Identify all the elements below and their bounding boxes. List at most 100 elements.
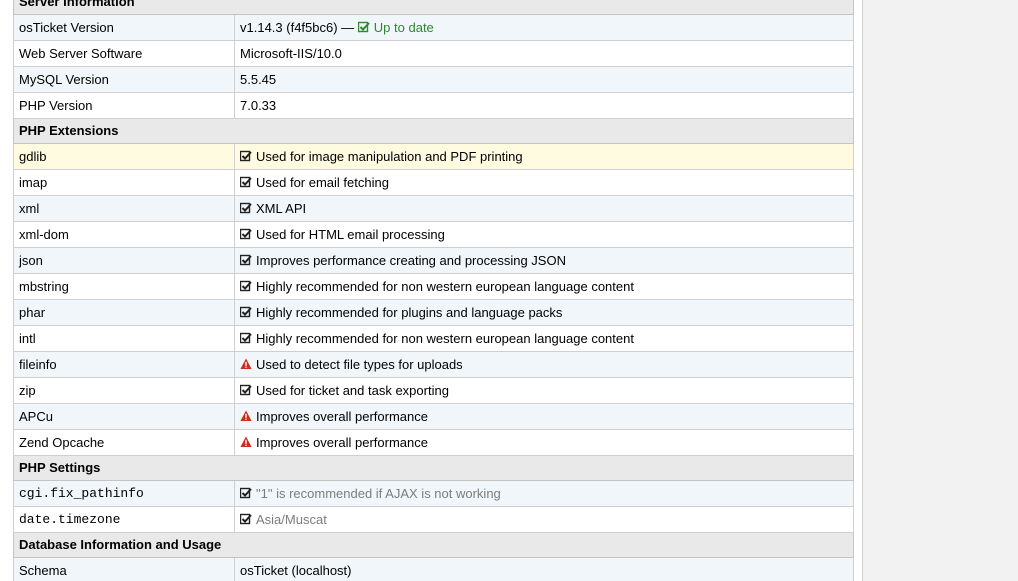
row-description: Asia/Muscat bbox=[256, 512, 327, 527]
table-row: date.timezone Asia/Muscat bbox=[13, 506, 854, 533]
row-value: Improves overall performance bbox=[234, 429, 854, 456]
row-description: "1" is recommended if AJAX is not workin… bbox=[256, 486, 501, 501]
table-row: xml-dom Used for HTML email processing bbox=[13, 221, 854, 248]
check-square-icon bbox=[240, 202, 252, 214]
row-value: Highly recommended for non western europ… bbox=[234, 325, 854, 352]
right-gutter bbox=[862, 0, 1018, 581]
warning-icon bbox=[240, 410, 252, 422]
row-label: MySQL Version bbox=[13, 66, 235, 93]
check-square-icon bbox=[240, 254, 252, 266]
table-row: fileinfo Used to detect file types for up… bbox=[13, 351, 854, 378]
system-info-table-wrapper: Server Information osTicket Version v1.1… bbox=[13, 0, 854, 581]
table-row: phar Highly recommended for plugins and l… bbox=[13, 299, 854, 326]
row-label: gdlib bbox=[13, 143, 235, 170]
table-row: gdlib Used for image manipulation and PDF… bbox=[13, 143, 854, 170]
row-value: Used for email fetching bbox=[234, 169, 854, 196]
row-label: osTicket Version bbox=[13, 14, 235, 41]
row-value: Improves performance creating and proces… bbox=[234, 247, 854, 274]
check-square-icon bbox=[240, 228, 252, 240]
row-description: Used for image manipulation and PDF prin… bbox=[256, 149, 523, 164]
table-row: xml XML API bbox=[13, 195, 854, 222]
row-description: Used to detect file types for uploads bbox=[256, 357, 463, 372]
system-info-table: Server Information osTicket Version v1.1… bbox=[13, 0, 854, 581]
table-row: APCu Improves overall performance bbox=[13, 403, 854, 430]
row-label: json bbox=[13, 247, 235, 274]
row-label: phar bbox=[13, 299, 235, 326]
row-value: Highly recommended for non western europ… bbox=[234, 273, 854, 300]
row-label: intl bbox=[13, 325, 235, 352]
extensions-body: gdlib Used for image manipulation and PDF… bbox=[13, 143, 854, 456]
table-row: json Improves performance creating and pr… bbox=[13, 247, 854, 274]
row-value: "1" is recommended if AJAX is not workin… bbox=[234, 480, 854, 507]
row-description: Improves overall performance bbox=[256, 409, 428, 424]
row-label: xml bbox=[13, 195, 235, 222]
section-header-database: Database Information and Usage bbox=[13, 532, 854, 558]
row-label: imap bbox=[13, 169, 235, 196]
row-label: xml-dom bbox=[13, 221, 235, 248]
check-square-icon bbox=[240, 280, 252, 292]
table-row: Schema osTicket (localhost) bbox=[13, 557, 854, 581]
warning-icon bbox=[240, 436, 252, 448]
table-row: zip Used for ticket and task exporting bbox=[13, 377, 854, 404]
table-row: cgi.fix_pathinfo "1" is recommended if AJ… bbox=[13, 480, 854, 507]
settings-body: cgi.fix_pathinfo "1" is recommended if AJ… bbox=[13, 480, 854, 533]
section-title: Server Information bbox=[13, 0, 854, 15]
row-description: Highly recommended for non western europ… bbox=[256, 331, 634, 346]
table-row: Web Server Software Microsoft-IIS/10.0 bbox=[13, 40, 854, 67]
section-title: PHP Extensions bbox=[13, 118, 854, 144]
table-row: osTicket Version v1.14.3 (f4f5bc6) — Up … bbox=[13, 14, 854, 41]
row-description: Highly recommended for non western europ… bbox=[256, 279, 634, 294]
main-content: Server Information osTicket Version v1.1… bbox=[0, 0, 862, 581]
row-description: Improves overall performance bbox=[256, 435, 428, 450]
check-square-icon bbox=[357, 21, 370, 33]
table-row: mbstring Highly recommended for non weste… bbox=[13, 273, 854, 300]
row-value: Used for image manipulation and PDF prin… bbox=[234, 143, 854, 170]
check-square-icon bbox=[240, 487, 252, 499]
check-square-icon bbox=[240, 384, 252, 396]
row-value: XML API bbox=[234, 195, 854, 222]
section-header-server: Server Information bbox=[13, 0, 854, 15]
row-description: Used for ticket and task exporting bbox=[256, 383, 449, 398]
row-label: zip bbox=[13, 377, 235, 404]
row-label: APCu bbox=[13, 403, 235, 430]
status-badge: Up to date bbox=[357, 20, 434, 35]
row-value: 5.5.45 bbox=[234, 66, 854, 93]
warning-icon bbox=[240, 358, 252, 370]
row-label: fileinfo bbox=[13, 351, 235, 378]
row-value: Used to detect file types for uploads bbox=[234, 351, 854, 378]
row-description: Used for HTML email processing bbox=[256, 227, 445, 242]
row-value: Asia/Muscat bbox=[234, 506, 854, 533]
check-square-icon bbox=[240, 306, 252, 318]
row-label: Zend Opcache bbox=[13, 429, 235, 456]
table-row: PHP Version 7.0.33 bbox=[13, 92, 854, 119]
section-title: PHP Settings bbox=[13, 455, 854, 481]
row-label: cgi.fix_pathinfo bbox=[13, 480, 235, 507]
row-value: v1.14.3 (f4f5bc6) — Up to date bbox=[234, 14, 854, 41]
section-title: Database Information and Usage bbox=[13, 532, 854, 558]
table-row: Zend Opcache Improves overall performance bbox=[13, 429, 854, 456]
section-header-extensions: PHP Extensions bbox=[13, 118, 854, 144]
row-value: Used for HTML email processing bbox=[234, 221, 854, 248]
check-square-icon bbox=[240, 176, 252, 188]
row-description: Used for email fetching bbox=[256, 175, 389, 190]
row-value: osTicket (localhost) bbox=[234, 557, 854, 581]
row-label: date.timezone bbox=[13, 506, 235, 533]
row-value: Used for ticket and task exporting bbox=[234, 377, 854, 404]
row-value: Microsoft-IIS/10.0 bbox=[234, 40, 854, 67]
row-description: Highly recommended for plugins and langu… bbox=[256, 305, 563, 320]
check-square-icon bbox=[240, 513, 252, 525]
version-value: v1.14.3 (f4f5bc6) — bbox=[240, 20, 355, 35]
row-label: Web Server Software bbox=[13, 40, 235, 67]
row-label: mbstring bbox=[13, 273, 235, 300]
row-description: XML API bbox=[256, 201, 307, 216]
check-square-icon bbox=[240, 150, 252, 162]
row-value: Highly recommended for plugins and langu… bbox=[234, 299, 854, 326]
check-square-icon bbox=[240, 332, 252, 344]
status-text: Up to date bbox=[373, 20, 434, 35]
table-row: imap Used for email fetching bbox=[13, 169, 854, 196]
row-label: Schema bbox=[13, 557, 235, 581]
row-value: Improves overall performance bbox=[234, 403, 854, 430]
row-value: 7.0.33 bbox=[234, 92, 854, 119]
row-description: Improves performance creating and proces… bbox=[256, 253, 566, 268]
table-row: MySQL Version 5.5.45 bbox=[13, 66, 854, 93]
